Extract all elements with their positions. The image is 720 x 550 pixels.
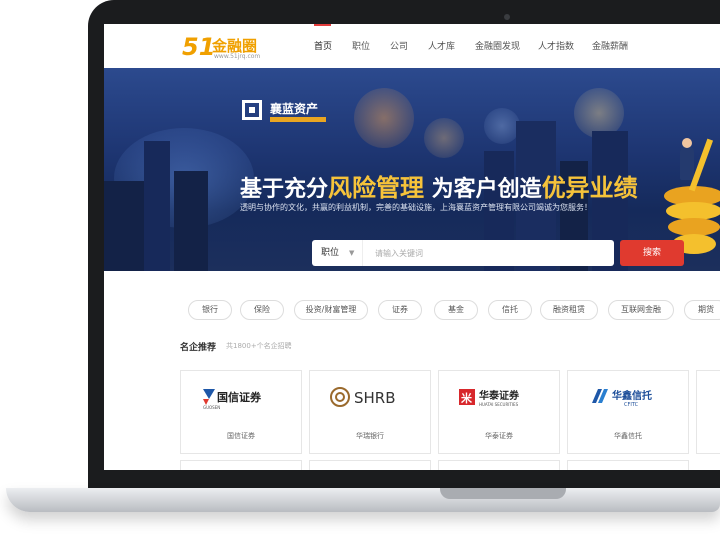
- headline-part: 基于充分: [240, 177, 329, 202]
- tag-internet-finance[interactable]: 互联网金融: [608, 300, 674, 320]
- company-name: 华泰证券: [485, 432, 513, 440]
- tag-bank[interactable]: 银行: [188, 300, 232, 320]
- brand-name: 襄蓝资产: [270, 102, 319, 116]
- svg-text:国信证券: 国信证券: [217, 390, 262, 404]
- tag-investment[interactable]: 投资/财富管理: [294, 300, 368, 320]
- svg-text:米: 米: [460, 391, 473, 405]
- tag-insurance[interactable]: 保险: [240, 300, 284, 320]
- nav-active-indicator: [314, 24, 331, 26]
- building: [174, 171, 208, 271]
- nav-item-home[interactable]: 首页: [314, 39, 332, 52]
- headline-highlight: 优异业绩: [541, 174, 638, 202]
- top-nav: 51 金融圈 www.51jrq.com 首页 职位 公司 人才库 金融圈发现 …: [104, 24, 720, 68]
- svg-text:GUOSEN: GUOSEN: [203, 405, 220, 410]
- building: [104, 181, 144, 271]
- search-type-select[interactable]: 职位 ▼: [312, 240, 362, 266]
- laptop-screen: 51 金融圈 www.51jrq.com 首页 职位 公司 人才库 金融圈发现 …: [104, 24, 720, 470]
- logo-url: www.51jrq.com: [214, 53, 261, 60]
- company-card-partial[interactable]: [696, 370, 720, 454]
- company-card-row2[interactable]: [438, 460, 560, 470]
- banner-subline: 透明与协作的文化，共赢的利益机制，完善的基础设施，上海襄蓝资产管理有限公司竭诚为…: [240, 203, 592, 212]
- guosen-logo: 国信证券 GUOSEN: [181, 385, 301, 411]
- svg-text:CFITC: CFITC: [624, 402, 639, 408]
- search-type-label: 职位: [321, 248, 340, 258]
- svg-text:华泰证券: 华泰证券: [479, 389, 520, 402]
- banner-headline: 基于充分风险管理 为客户创造优异业绩: [240, 168, 638, 203]
- chevron-down-icon: ▼: [349, 249, 355, 257]
- search-button[interactable]: 搜索: [620, 240, 684, 266]
- tag-leasing[interactable]: 融资租赁: [540, 300, 598, 320]
- svg-text:华鑫信托: 华鑫信托: [612, 389, 652, 402]
- laptop-notch: [440, 488, 566, 499]
- logo-number: 51: [182, 33, 216, 61]
- svg-text:SHRB: SHRB: [354, 389, 396, 407]
- headline-part: 为客户创造: [424, 177, 542, 202]
- building: [144, 141, 170, 271]
- huatai-logo: 米 华泰证券 HUATAI SECURITIES: [439, 385, 559, 411]
- headline-highlight: 风险管理: [328, 174, 425, 202]
- svg-text:HUATAI SECURITIES: HUATAI SECURITIES: [479, 402, 519, 407]
- company-name: 华鑫信托: [614, 432, 642, 440]
- company-card-row2[interactable]: [180, 460, 302, 470]
- cfitc-logo: 华鑫信托 CFITC: [568, 385, 688, 411]
- company-card-cfitc[interactable]: 华鑫信托 CFITC 华鑫信托: [567, 370, 689, 454]
- featured-subtitle: 共1800+个名企招聘: [226, 342, 292, 350]
- bokeh-light: [424, 118, 464, 158]
- hero-banner[interactable]: 襄蓝资产 基于充分风险管理 为客户创造优异业绩 透明与协作的文化，共赢的利益机制…: [104, 68, 720, 271]
- tag-futures[interactable]: 期货: [684, 300, 720, 320]
- nav-item-jobs[interactable]: 职位: [352, 39, 370, 52]
- nav-item-companies[interactable]: 公司: [390, 39, 408, 52]
- nav-item-talent[interactable]: 人才库: [428, 39, 455, 52]
- company-name: 华瑞银行: [356, 432, 384, 440]
- company-card-huatai[interactable]: 米 华泰证券 HUATAI SECURITIES 华泰证券: [438, 370, 560, 454]
- brand-logo-icon: [242, 100, 262, 120]
- site-logo[interactable]: 51 金融圈 www.51jrq.com: [182, 32, 266, 62]
- nav-item-discover[interactable]: 金融圈发现: [475, 39, 520, 52]
- nav-item-salary[interactable]: 金融薪酬: [592, 39, 628, 52]
- bokeh-light: [354, 88, 414, 148]
- company-card-guosen[interactable]: 国信证券 GUOSEN 国信证券: [180, 370, 302, 454]
- tag-trust[interactable]: 信托: [488, 300, 532, 320]
- company-card-row2[interactable]: [309, 460, 431, 470]
- brand-underline: [270, 117, 326, 122]
- featured-title: 名企推荐: [180, 343, 217, 353]
- laptop-base: [6, 488, 720, 512]
- bokeh-light: [484, 108, 520, 144]
- camera-dot: [504, 14, 510, 20]
- company-name: 国信证券: [227, 432, 255, 440]
- person-head-icon: [682, 138, 692, 148]
- company-card-row2[interactable]: [567, 460, 689, 470]
- person-figure-icon: [680, 146, 694, 180]
- tag-fund[interactable]: 基金: [434, 300, 478, 320]
- company-card-shrb[interactable]: SHRB 华瑞银行: [309, 370, 431, 454]
- search-input[interactable]: [362, 240, 614, 266]
- shrb-logo: SHRB: [310, 385, 430, 411]
- nav-item-index[interactable]: 人才指数: [538, 39, 574, 52]
- tag-securities[interactable]: 证券: [378, 300, 422, 320]
